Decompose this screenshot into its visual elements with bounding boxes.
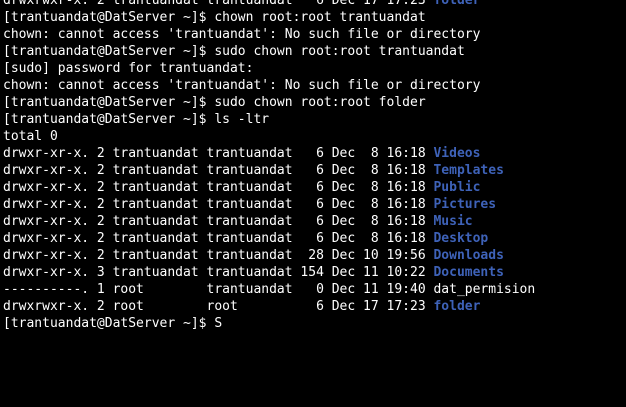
terminal-line: drwxr-xr-x. 2 trantuandat trantuandat 6 … [3,196,626,213]
terminal-line: chown: cannot access 'trantuandat': No s… [3,26,626,43]
terminal-line: drwxr-xr-x. 2 trantuandat trantuandat 28… [3,247,626,264]
terminal-line: drwxrwxr-x. 2 root root 6 Dec 17 17:23 f… [3,298,626,315]
terminal-line: [trantuandat@DatServer ~]$ S [3,315,626,332]
terminal-line-text: ----------. 1 root trantuandat 0 Dec 11 … [3,282,536,297]
directory-name: Desktop [433,231,489,246]
terminal-line-text: drwxrwxr-x. 2 root root 6 Dec 17 17:23 [3,299,434,314]
directory-name: Public [433,180,481,195]
terminal-line-text: chown: cannot access 'trantuandat': No s… [3,27,481,42]
terminal-line-text: drwxrwxr-x. 2 trantuandat trantuandat 6 … [3,0,434,8]
terminal-line: [trantuandat@DatServer ~]$ ls -ltr [3,111,626,128]
directory-name: Documents [433,265,504,280]
terminal-line-text: chown: cannot access 'trantuandat': No s… [3,78,481,93]
terminal-line: drwxr-xr-x. 2 trantuandat trantuandat 6 … [3,162,626,179]
terminal-line: [trantuandat@DatServer ~]$ sudo chown ro… [3,94,626,111]
directory-name: Music [433,214,473,229]
terminal-window[interactable]: drwxrwxr-x. 2 trantuandat trantuandat 6 … [0,0,626,407]
terminal-line-text: drwxr-xr-x. 2 trantuandat trantuandat 6 … [3,180,434,195]
terminal-line: total 0 [3,128,626,145]
directory-name: folder [433,299,481,314]
directory-name: Videos [433,146,481,161]
directory-name: Templates [433,163,504,178]
terminal-line: [trantuandat@DatServer ~]$ chown root:ro… [3,9,626,26]
terminal-line-text: [trantuandat@DatServer ~]$ S [3,316,223,331]
terminal-line-text: drwxr-xr-x. 2 trantuandat trantuandat 6 … [3,197,434,212]
terminal-line: [trantuandat@DatServer ~]$ sudo chown ro… [3,43,626,60]
terminal-line: drwxr-xr-x. 2 trantuandat trantuandat 6 … [3,179,626,196]
terminal-line-text: [trantuandat@DatServer ~]$ sudo chown ro… [3,44,465,59]
terminal-line-text: [sudo] password for trantuandat: [3,61,254,76]
terminal-line-text: total 0 [3,129,58,144]
terminal-line-text: drwxr-xr-x. 2 trantuandat trantuandat 6 … [3,214,434,229]
terminal-line-text: [trantuandat@DatServer ~]$ chown root:ro… [3,10,426,25]
terminal-line: ----------. 1 root trantuandat 0 Dec 11 … [3,281,626,298]
terminal-line: drwxr-xr-x. 2 trantuandat trantuandat 6 … [3,230,626,247]
terminal-line: [sudo] password for trantuandat: [3,60,626,77]
directory-name: Pictures [433,197,497,212]
terminal-output: drwxrwxr-x. 2 trantuandat trantuandat 6 … [3,0,626,332]
terminal-line-text: drwxr-xr-x. 2 trantuandat trantuandat 6 … [3,146,434,161]
terminal-line-text: [trantuandat@DatServer ~]$ ls -ltr [3,112,270,127]
terminal-line-text: drwxr-xr-x. 2 trantuandat trantuandat 28… [3,248,434,263]
terminal-line: drwxr-xr-x. 2 trantuandat trantuandat 6 … [3,213,626,230]
terminal-line-text: drwxr-xr-x. 2 trantuandat trantuandat 6 … [3,163,434,178]
directory-name: folder [433,0,481,8]
terminal-line-text: drwxr-xr-x. 3 trantuandat trantuandat 15… [3,265,434,280]
terminal-line-text: [trantuandat@DatServer ~]$ sudo chown ro… [3,95,426,110]
terminal-line: chown: cannot access 'trantuandat': No s… [3,77,626,94]
terminal-line: drwxrwxr-x. 2 trantuandat trantuandat 6 … [3,0,626,9]
terminal-line: drwxr-xr-x. 2 trantuandat trantuandat 6 … [3,145,626,162]
directory-name: Downloads [433,248,504,263]
terminal-line: drwxr-xr-x. 3 trantuandat trantuandat 15… [3,264,626,281]
terminal-line-text: drwxr-xr-x. 2 trantuandat trantuandat 6 … [3,231,434,246]
